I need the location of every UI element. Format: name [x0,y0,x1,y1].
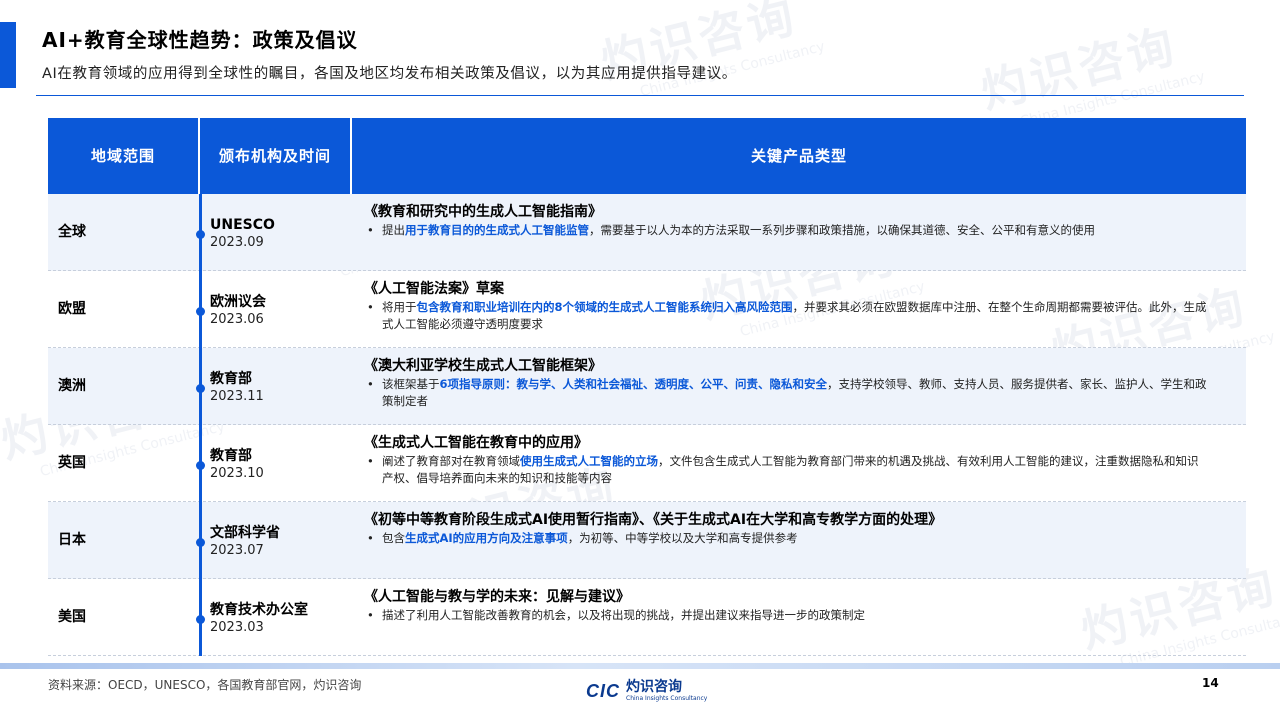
table-row: 英国 教育部 2023.10 《生成式人工智能在教育中的应用》 阐述了教育部对在… [48,425,1246,502]
org-name: 文部科学省 [210,525,280,541]
header-org: 颁布机构及时间 [218,147,331,165]
doc-cell: 《人工智能与教与学的未来：见解与建议》 描述了利用人工智能改善教育的机会，以及将… [364,587,1209,624]
page-title: AI+教育全球性趋势：政策及倡议 [42,28,358,52]
doc-description: 该框架基于6项指导原则：教与学、人类和社会福祉、透明度、公平、问责、隐私和安全，… [364,376,1209,410]
org-cell: UNESCO 2023.09 [210,216,275,251]
org-cell: 欧洲议会 2023.06 [210,293,266,328]
org-date: 2023.11 [210,389,264,404]
org-name: 教育部 [210,448,252,464]
doc-description: 将用于包含教育和职业培训在内的8个领域的生成式人工智能系统归入高风险范围，并要求… [364,299,1209,333]
org-date: 2023.10 [210,466,264,481]
doc-cell: 《教育和研究中的生成人工智能指南》 提出用于教育目的的生成式人工智能监管，需要基… [364,202,1209,239]
header-region: 地域范围 [90,147,155,165]
table-row: 欧盟 欧洲议会 2023.06 《人工智能法案》草案 将用于包含教育和职业培训在… [48,271,1246,348]
doc-cell: 《澳大利亚学校生成式人工智能框架》 该框架基于6项指导原则：教与学、人类和社会福… [364,356,1209,410]
org-cell: 教育部 2023.11 [210,370,264,405]
footer-band [0,663,1280,669]
org-cell: 教育部 2023.10 [210,447,264,482]
doc-description: 描述了利用人工智能改善教育的机会，以及将出现的挑战，并提出建议来指导进一步的政策… [364,607,1209,624]
org-date: 2023.03 [210,620,264,635]
doc-description: 包含生成式AI的应用方向及注意事项，为初等、中等学校以及大学和高专提供参考 [364,530,1209,547]
doc-description: 提出用于教育目的的生成式人工智能监管，需要基于以人为本的方法采取一系列步骤和政策… [364,222,1209,239]
org-date: 2023.06 [210,312,264,327]
org-name: UNESCO [210,217,275,233]
doc-title: 《人工智能法案》草案 [364,281,504,297]
cic-logo: CIC 灼识咨询 China Insights Consultancy [586,680,707,702]
header-key-type: 关键产品类型 [750,147,847,165]
doc-description: 阐述了教育部对在教育领域使用生成式人工智能的立场，文件包含生成式人工智能为教育部… [364,453,1209,487]
doc-cell: 《人工智能法案》草案 将用于包含教育和职业培训在内的8个领域的生成式人工智能系统… [364,279,1209,333]
table-row: 美国 教育技术办公室 2023.03 《人工智能与教与学的未来：见解与建议》 描… [48,579,1246,656]
org-cell: 文部科学省 2023.07 [210,524,280,559]
title-divider [36,95,1244,96]
logo-en: China Insights Consultancy [626,695,708,702]
watermark: 灼识咨询China Insights Consultancy [595,0,827,101]
logo-mark: CIC [586,680,620,701]
table-row: 澳洲 教育部 2023.11 《澳大利亚学校生成式人工智能框架》 该框架基于6项… [48,348,1246,425]
logo-cn: 灼识咨询 [626,679,682,695]
table-header: 地域范围 颁布机构及时间 关键产品类型 [48,118,1246,194]
logo-text: 灼识咨询 China Insights Consultancy [626,680,707,702]
org-cell: 教育技术办公室 2023.03 [210,601,308,636]
doc-cell: 《生成式人工智能在教育中的应用》 阐述了教育部对在教育领域使用生成式人工智能的立… [364,433,1209,487]
region-cell: 英国 [58,455,86,471]
table-row: 日本 文部科学省 2023.07 《初等中等教育阶段生成式AI使用暂行指南》、《… [48,502,1246,579]
region-cell: 日本 [58,532,86,548]
region-cell: 澳洲 [58,378,86,394]
doc-title: 《澳大利亚学校生成式人工智能框架》 [364,358,602,374]
doc-title: 《初等中等教育阶段生成式AI使用暂行指南》、《关于生成式AI在大学和高专教学方面… [364,512,943,528]
source-note: 资料来源：OECD，UNESCO，各国教育部官网，灼识咨询 [48,678,362,692]
org-date: 2023.09 [210,235,264,250]
region-cell: 全球 [58,224,86,240]
doc-title: 《人工智能与教与学的未来：见解与建议》 [364,589,630,605]
table-row: 全球 UNESCO 2023.09 《教育和研究中的生成人工智能指南》 提出用于… [48,194,1246,271]
policy-table: 地域范围 颁布机构及时间 关键产品类型 全球 UNESCO 2023.09 《教… [48,118,1246,656]
region-cell: 美国 [58,609,86,625]
timeline-line [199,194,202,656]
org-date: 2023.07 [210,543,264,558]
region-cell: 欧盟 [58,301,86,317]
org-name: 教育技术办公室 [210,602,308,618]
org-name: 欧洲议会 [210,294,266,310]
page-subtitle: AI在教育领域的应用得到全球性的瞩目，各国及地区均发布相关政策及倡议，以为其应用… [42,66,737,82]
title-accent-bar [0,22,16,88]
doc-title: 《教育和研究中的生成人工智能指南》 [364,204,602,220]
doc-cell: 《初等中等教育阶段生成式AI使用暂行指南》、《关于生成式AI在大学和高专教学方面… [364,510,1209,547]
page-number: 14 [1202,676,1219,690]
org-name: 教育部 [210,371,252,387]
doc-title: 《生成式人工智能在教育中的应用》 [364,435,588,451]
